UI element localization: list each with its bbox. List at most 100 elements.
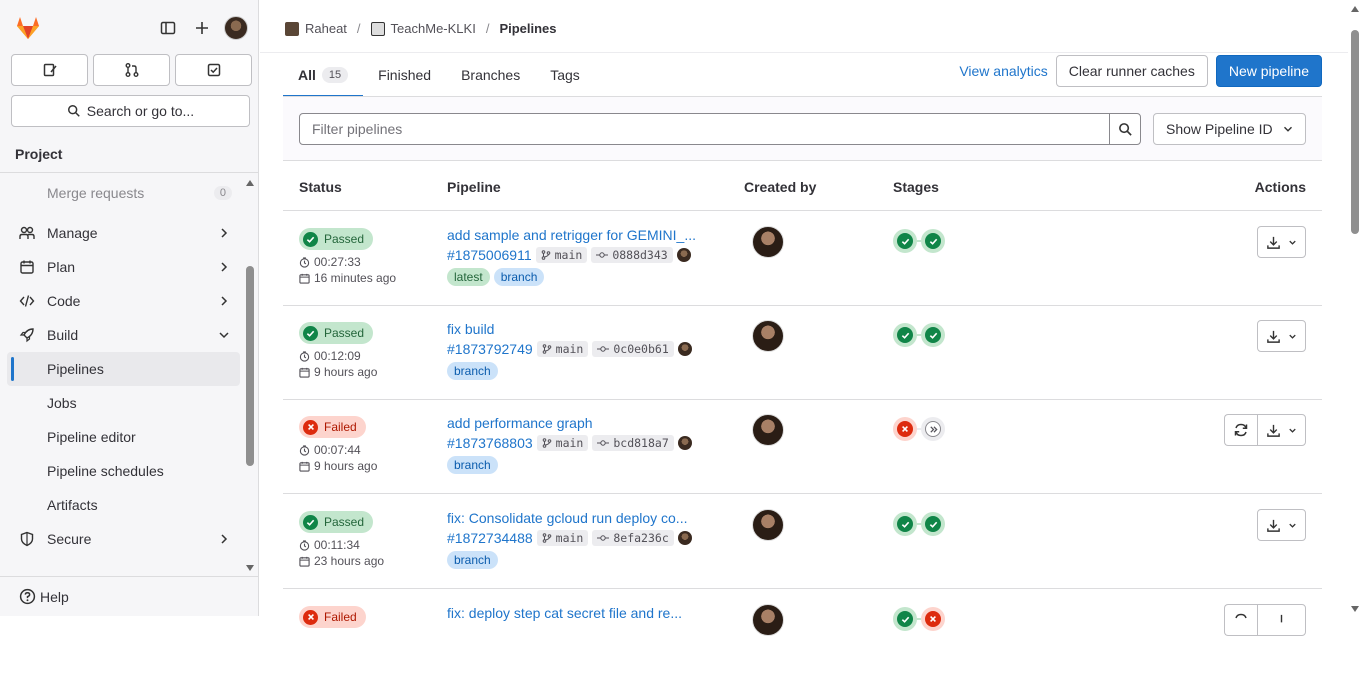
download-artifacts-button[interactable] — [1257, 509, 1306, 541]
sidebar-item-pipelines[interactable]: Pipelines — [7, 352, 240, 386]
creator-avatar[interactable] — [752, 414, 784, 446]
timer-icon — [299, 444, 310, 456]
stage-status[interactable] — [893, 417, 917, 441]
filter-search-button[interactable] — [1109, 113, 1141, 145]
pipeline-id-link[interactable]: #1873792749 — [447, 341, 533, 357]
stage-status[interactable] — [893, 512, 917, 536]
commit-chip[interactable]: 8efa236c — [592, 530, 674, 546]
stage-status[interactable] — [893, 607, 917, 631]
sidebar-item-build[interactable]: Build — [7, 318, 240, 352]
search-button[interactable]: Search or go to... — [11, 95, 250, 127]
filter-pipelines-input[interactable]: Filter pipelines — [299, 113, 1110, 145]
commit-chip[interactable]: 0c0e0b61 — [592, 341, 674, 357]
commit-author-avatar[interactable] — [677, 342, 692, 356]
creator-avatar[interactable] — [752, 320, 784, 352]
check-icon — [897, 327, 913, 343]
scroll-down-icon[interactable] — [1351, 606, 1359, 612]
stage-status[interactable] — [893, 229, 917, 253]
sidebar-item-artifacts[interactable]: Artifacts — [7, 488, 240, 522]
retry-button[interactable] — [1224, 414, 1257, 446]
issues-button[interactable] — [11, 54, 88, 86]
gitlab-logo-icon[interactable] — [14, 14, 42, 42]
sidebar-header — [14, 14, 248, 44]
check-icon — [897, 233, 913, 249]
tab-tags[interactable]: Tags — [535, 53, 595, 97]
creator-avatar[interactable] — [752, 509, 784, 541]
download-artifacts-button[interactable] — [1257, 414, 1306, 446]
branch-chip[interactable]: main — [536, 530, 589, 546]
sidebar-item-jobs[interactable]: Jobs — [7, 386, 240, 420]
stage-status[interactable] — [921, 607, 945, 631]
tab-label: Finished — [378, 67, 432, 83]
status-badge[interactable]: Passed — [299, 322, 374, 344]
retry-button[interactable] — [1224, 604, 1257, 636]
sidebar-item-plan[interactable]: Plan — [7, 250, 240, 284]
commit-author-avatar[interactable] — [677, 436, 692, 450]
page-scrollbar[interactable] — [1348, 0, 1363, 616]
help-button[interactable]: Help — [0, 576, 258, 616]
status-badge[interactable]: Passed — [299, 511, 374, 533]
scrollbar-thumb[interactable] — [246, 266, 254, 466]
branch-chip[interactable]: main — [536, 341, 589, 357]
branch-chip[interactable]: main — [535, 247, 588, 263]
view-analytics-link[interactable]: View analytics — [959, 63, 1047, 79]
commit-author-avatar[interactable] — [676, 248, 691, 262]
download-artifacts-button[interactable] — [1257, 604, 1306, 636]
creator-avatar[interactable] — [752, 226, 784, 258]
sidebar-item-label: Merge requests — [47, 185, 145, 201]
scroll-up-icon[interactable] — [246, 180, 254, 186]
download-artifacts-button[interactable] — [1257, 320, 1306, 352]
show-pipeline-id-dropdown[interactable]: Show Pipeline ID — [1153, 113, 1306, 145]
sidebar-item-manage[interactable]: Manage — [7, 216, 240, 250]
sidebar-item-pipeline-editor[interactable]: Pipeline editor — [7, 420, 240, 454]
tab-finished[interactable]: Finished — [363, 53, 446, 97]
sidebar-item-code[interactable]: Code — [7, 284, 240, 318]
pipeline-title-link[interactable]: add performance graph — [447, 415, 593, 431]
pipeline-title-link[interactable]: fix: deploy step cat secret file and re.… — [447, 605, 682, 621]
pipeline-title-link[interactable]: add sample and retrigger for GEMINI_... — [447, 227, 696, 243]
rocket-icon — [19, 327, 35, 343]
breadcrumb-project[interactable]: TeachMe-KLKI — [391, 21, 476, 36]
sidebar-item-secure[interactable]: Secure — [7, 522, 240, 556]
pipeline-title-link[interactable]: fix build — [447, 321, 494, 337]
stage-status[interactable] — [921, 323, 945, 347]
tab-all[interactable]: All 15 — [283, 53, 364, 97]
status-badge[interactable]: Failed — [299, 606, 366, 628]
commit-chip[interactable]: bcd818a7 — [592, 435, 674, 451]
stage-status[interactable] — [921, 229, 945, 253]
creator-avatar[interactable] — [752, 604, 784, 636]
sidebar-nav: Merge requests 0 Manage Plan Code Build … — [7, 176, 240, 556]
status-badge[interactable]: Failed — [299, 416, 366, 438]
new-pipeline-button[interactable]: New pipeline — [1215, 55, 1322, 87]
breadcrumb-current[interactable]: Pipelines — [499, 21, 556, 36]
plus-icon[interactable] — [190, 14, 214, 42]
scrollbar-thumb[interactable] — [1351, 30, 1359, 234]
branch-chip[interactable]: main — [536, 435, 589, 451]
scroll-up-icon[interactable] — [1351, 6, 1359, 12]
stage-status[interactable] — [921, 512, 945, 536]
pipeline-id-link[interactable]: #1872734488 — [447, 530, 533, 546]
commit-author-avatar[interactable] — [677, 531, 692, 545]
todo-button[interactable] — [175, 54, 252, 86]
scroll-down-icon[interactable] — [246, 565, 254, 571]
status-badge[interactable]: Passed — [299, 228, 374, 250]
merge-requests-button[interactable] — [93, 54, 170, 86]
check-icon — [925, 516, 941, 532]
sidebar-item-merge-requests[interactable]: Merge requests 0 — [7, 176, 240, 210]
filter-bar: Filter pipelines Show Pipeline ID — [283, 97, 1322, 161]
tab-branches[interactable]: Branches — [446, 53, 535, 97]
user-avatar[interactable] — [224, 16, 248, 40]
download-artifacts-button[interactable] — [1257, 226, 1306, 258]
sidebar-toggle-icon[interactable] — [156, 14, 180, 42]
breadcrumb-user[interactable]: Raheat — [305, 21, 347, 36]
clear-runner-caches-button[interactable]: Clear runner caches — [1055, 55, 1208, 87]
pipeline-id-link[interactable]: #1875006911 — [447, 247, 532, 263]
commit-chip[interactable]: 0888d343 — [591, 247, 673, 263]
row-actions — [1257, 226, 1306, 258]
sidebar-scrollbar[interactable] — [245, 178, 255, 573]
stage-status[interactable] — [921, 417, 945, 441]
pipeline-id-link[interactable]: #1873768803 — [447, 435, 533, 451]
stage-status[interactable] — [893, 323, 917, 347]
sidebar-item-pipeline-schedules[interactable]: Pipeline schedules — [7, 454, 240, 488]
pipeline-title-link[interactable]: fix: Consolidate gcloud run deploy co... — [447, 510, 687, 526]
